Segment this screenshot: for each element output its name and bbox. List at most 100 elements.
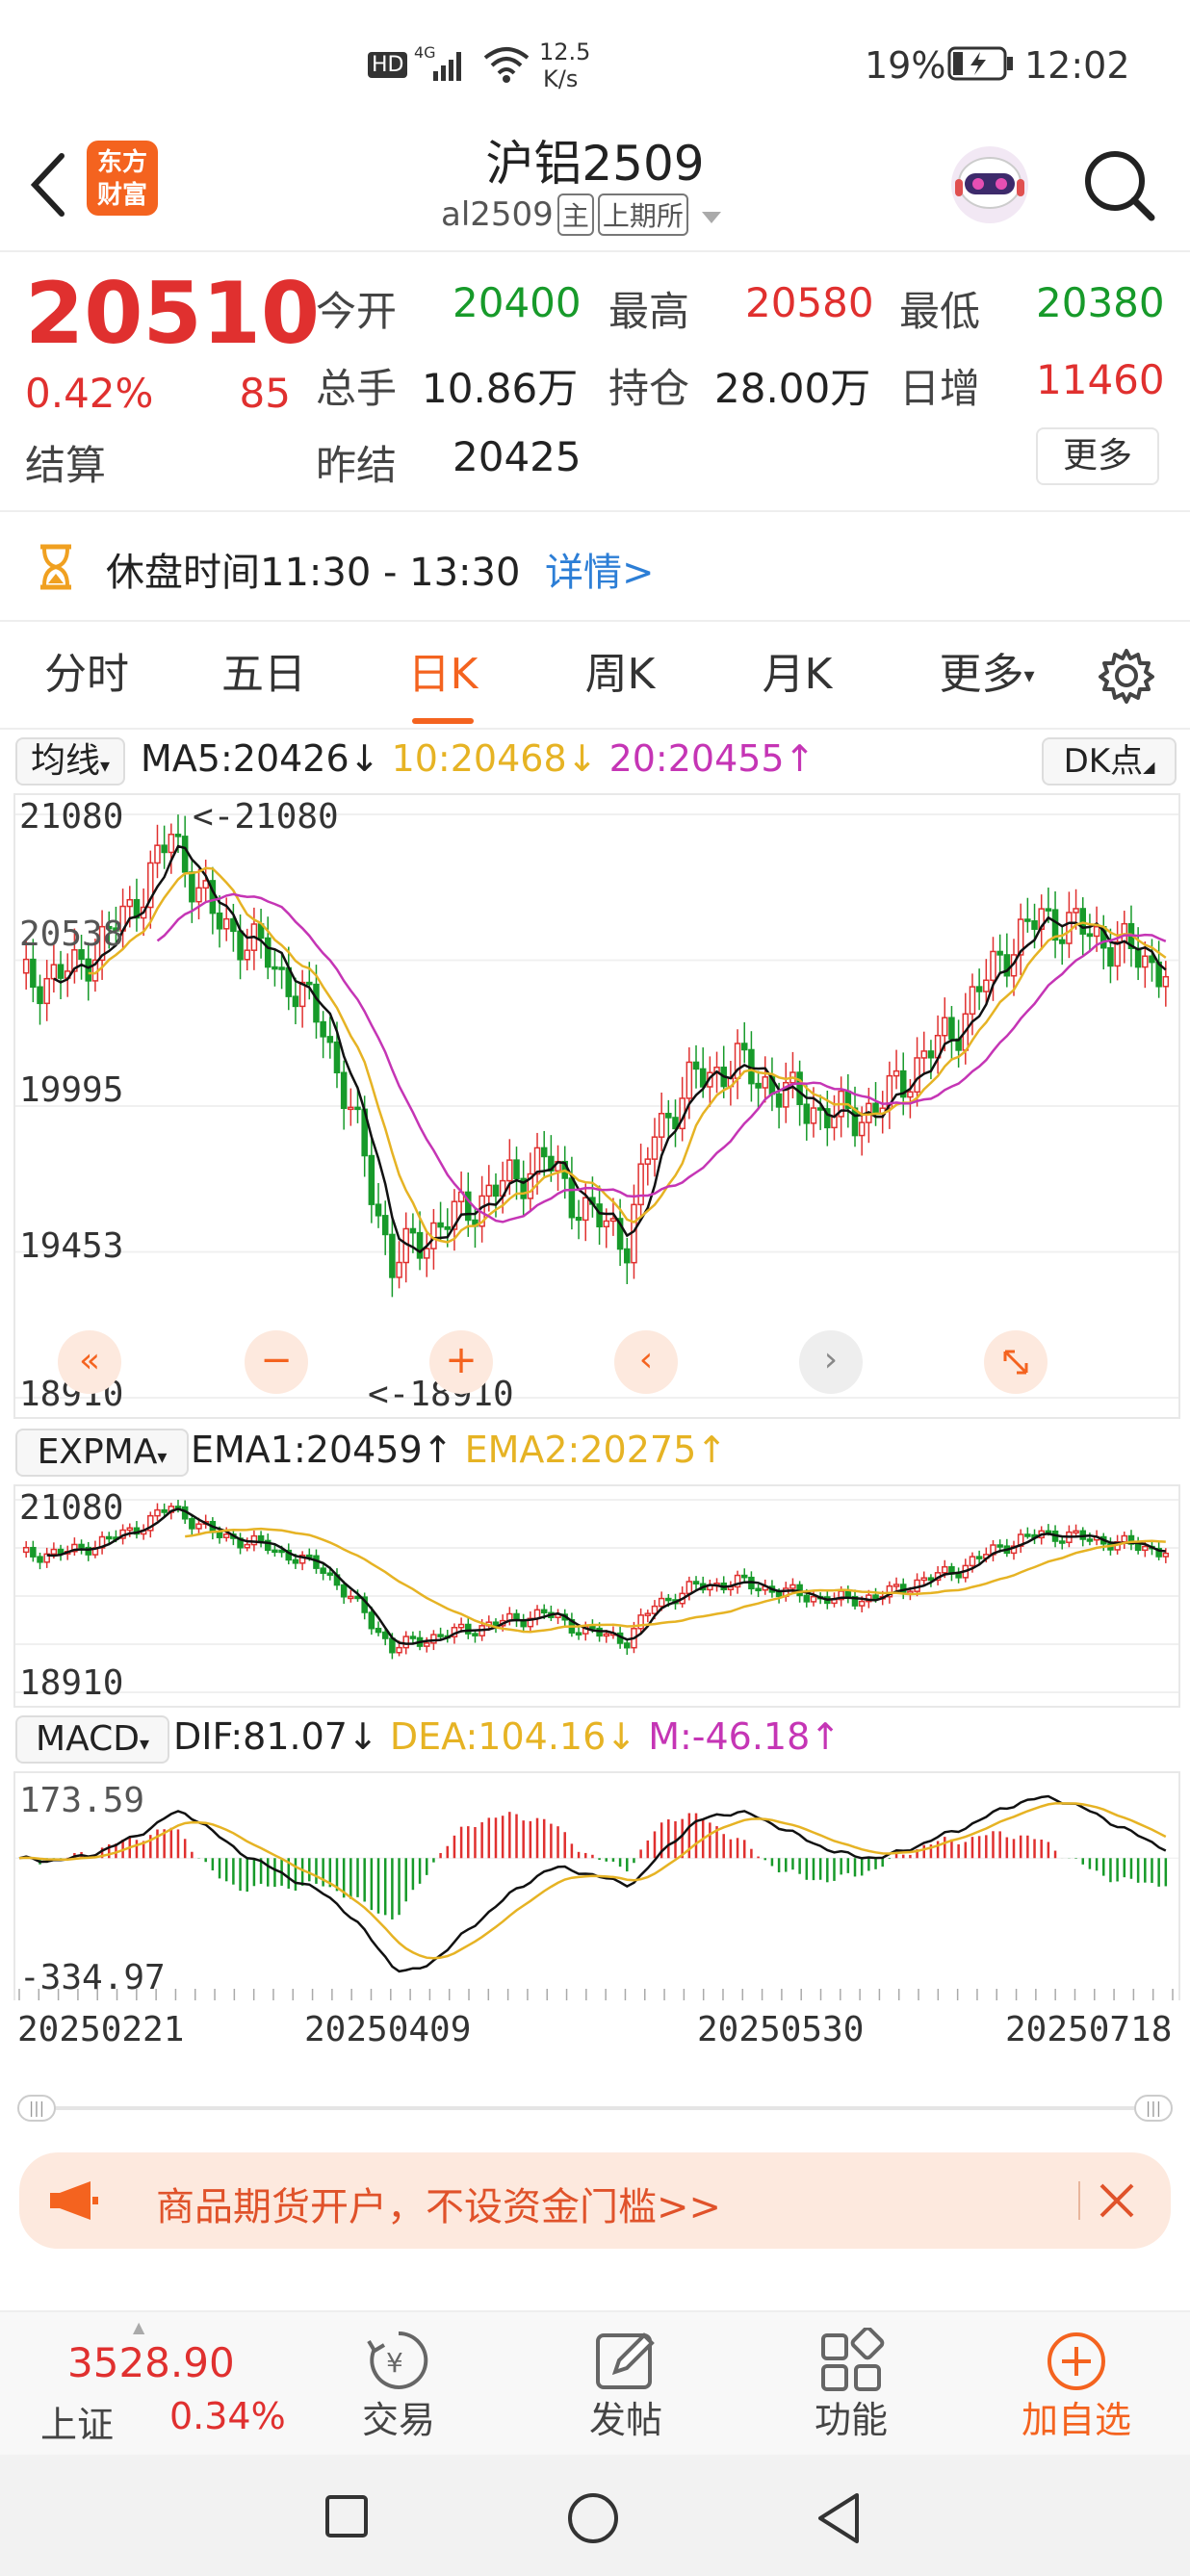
clock: 12:02 (1024, 44, 1130, 87)
candle-body (375, 1627, 382, 1634)
candle-body (492, 1184, 500, 1198)
candle-body (927, 1577, 935, 1582)
candle-body (1003, 954, 1011, 977)
indicator-select-ma[interactable]: 均线▾ (15, 737, 125, 786)
robot-assistant-icon[interactable] (945, 141, 1034, 231)
index-up-arrow-icon: ▲ (133, 2318, 145, 2336)
candle-body (740, 1043, 748, 1051)
candle-body (775, 1591, 783, 1598)
candle-body (465, 1623, 472, 1635)
candle-body (154, 1508, 161, 1517)
candle-body (589, 1625, 596, 1630)
candle-body (216, 1532, 223, 1538)
nav-add-watchlist-label: 加自选 (1021, 2399, 1131, 2441)
candle-body (844, 1590, 852, 1598)
candle-body (624, 1642, 631, 1649)
candle-body (272, 1549, 278, 1554)
range-scrollbar[interactable]: ||| ||| (17, 2095, 1173, 2122)
candle-body (485, 1184, 493, 1198)
candle-body (43, 977, 50, 1005)
candle-body (340, 1071, 348, 1110)
tab-daily-k[interactable]: 日K (395, 622, 491, 728)
candle-body (222, 1533, 230, 1538)
contract-code: al2509 (441, 195, 554, 234)
scroll-left-button[interactable]: ‹ (614, 1330, 678, 1394)
kline-chart[interactable]: 21080 20538 19995 19453 18910 <-21080 <-… (13, 793, 1180, 1419)
candle-body (892, 1584, 900, 1587)
zoom-in-button[interactable]: + (429, 1330, 493, 1394)
wifi-icon (481, 42, 531, 87)
candle-body (658, 1597, 665, 1608)
x-date-1: 20250221 (17, 2010, 185, 2049)
x-date-4: 20250718 (1005, 2010, 1173, 2049)
scroll-left-fast-button[interactable]: « (58, 1330, 121, 1394)
nav-post[interactable]: 发帖 (549, 2312, 703, 2457)
candle-body (1086, 933, 1094, 938)
candle-body (50, 1548, 58, 1556)
back-triangle-icon[interactable] (815, 2491, 863, 2549)
index-widget[interactable]: ▲ 3528.90 上证 0.34% (0, 2312, 308, 2457)
candle-body (154, 844, 161, 864)
candle-body (1024, 918, 1031, 922)
y-label-1: 21080 (19, 797, 124, 837)
fullscreen-expand-icon[interactable] (984, 1330, 1048, 1394)
post-edit-icon (596, 2332, 655, 2389)
search-icon[interactable] (1080, 146, 1157, 227)
subtitle-row[interactable]: al2509 主 上期所 (441, 191, 723, 239)
home-circle-icon[interactable] (566, 2491, 620, 2549)
tab-intraday[interactable]: 分时 (39, 622, 135, 728)
candle-body (948, 1017, 955, 1041)
daily-increase-value: 11460 (1036, 356, 1165, 403)
caret-down-icon: ▾ (157, 1445, 168, 1468)
close-icon[interactable] (1096, 2179, 1138, 2226)
ma5-line (53, 844, 1167, 1254)
trade-icon: ¥ (367, 2331, 428, 2389)
more-button[interactable]: 更多 (1036, 427, 1159, 485)
tab-monthly-k[interactable]: 月K (749, 622, 845, 728)
status-bar: HD 4G 12.5 K/s 19% 12:02 (0, 0, 1190, 125)
tab-more-caret-icon: ▾ (1023, 664, 1035, 688)
nav-trade[interactable]: ¥ 交易 (322, 2312, 476, 2457)
candle-body (858, 1600, 866, 1607)
ema2-value: EMA2:20275↑ (464, 1429, 728, 1471)
promo-banner[interactable]: 商品期货开户，不设资金门槛>> (19, 2152, 1171, 2249)
dk-points-button[interactable]: DK点◢ (1042, 737, 1177, 786)
tab-five-day[interactable]: 五日 (216, 622, 312, 728)
settings-gear-icon[interactable] (1098, 647, 1155, 708)
break-notice-bar: 休盘时间11:30 - 13:30 详情> (0, 510, 1190, 622)
candle-body (396, 1261, 402, 1278)
candle-body (1024, 1533, 1031, 1537)
candle-body (1073, 908, 1079, 914)
tab-weekly-k[interactable]: 周K (572, 622, 668, 728)
daily-increase-label: 日增 (899, 365, 981, 412)
tab-more[interactable]: 更多▾ (924, 622, 1049, 728)
candle-body (195, 1523, 202, 1530)
candle-body (278, 966, 285, 970)
candle-body (755, 1082, 762, 1089)
recent-apps-square-icon[interactable] (323, 2493, 370, 2543)
expma-chart[interactable]: 21080 18910 (13, 1484, 1180, 1708)
nav-add-watchlist[interactable]: 加自选 (999, 2312, 1153, 2457)
range-track (37, 2106, 1153, 2110)
candle-body (983, 979, 990, 992)
candle-body (444, 1225, 452, 1230)
index-percent: 0.34% (169, 2395, 286, 2437)
details-link[interactable]: 详情> (545, 541, 655, 597)
candle-body (1031, 920, 1038, 930)
scroll-right-button[interactable]: › (799, 1330, 863, 1394)
bottom-nav: ▲ 3528.90 上证 0.34% ¥ 交易 发帖 功能 加自选 (0, 2310, 1190, 2457)
nav-functions[interactable]: 功能 (774, 2312, 928, 2457)
range-handle-left[interactable]: ||| (17, 2095, 56, 2122)
kline-svg (15, 813, 1178, 1399)
indicator-select-macd[interactable]: MACD▾ (15, 1715, 169, 1764)
indicator-select-expma[interactable]: EXPMA▾ (15, 1429, 189, 1477)
candle-body (1134, 1543, 1142, 1552)
macd-chart[interactable]: 173.59 -334.97 (13, 1771, 1180, 2000)
zoom-out-button[interactable]: − (245, 1330, 308, 1394)
range-handle-right[interactable]: ||| (1134, 2095, 1173, 2122)
megaphone-icon (48, 2177, 102, 2228)
corner-triangle-icon: ◢ (1143, 758, 1155, 776)
y-label-4: 19453 (19, 1226, 124, 1266)
candle-body (1142, 1545, 1149, 1552)
network-speed-value: 12.5 (539, 39, 591, 65)
